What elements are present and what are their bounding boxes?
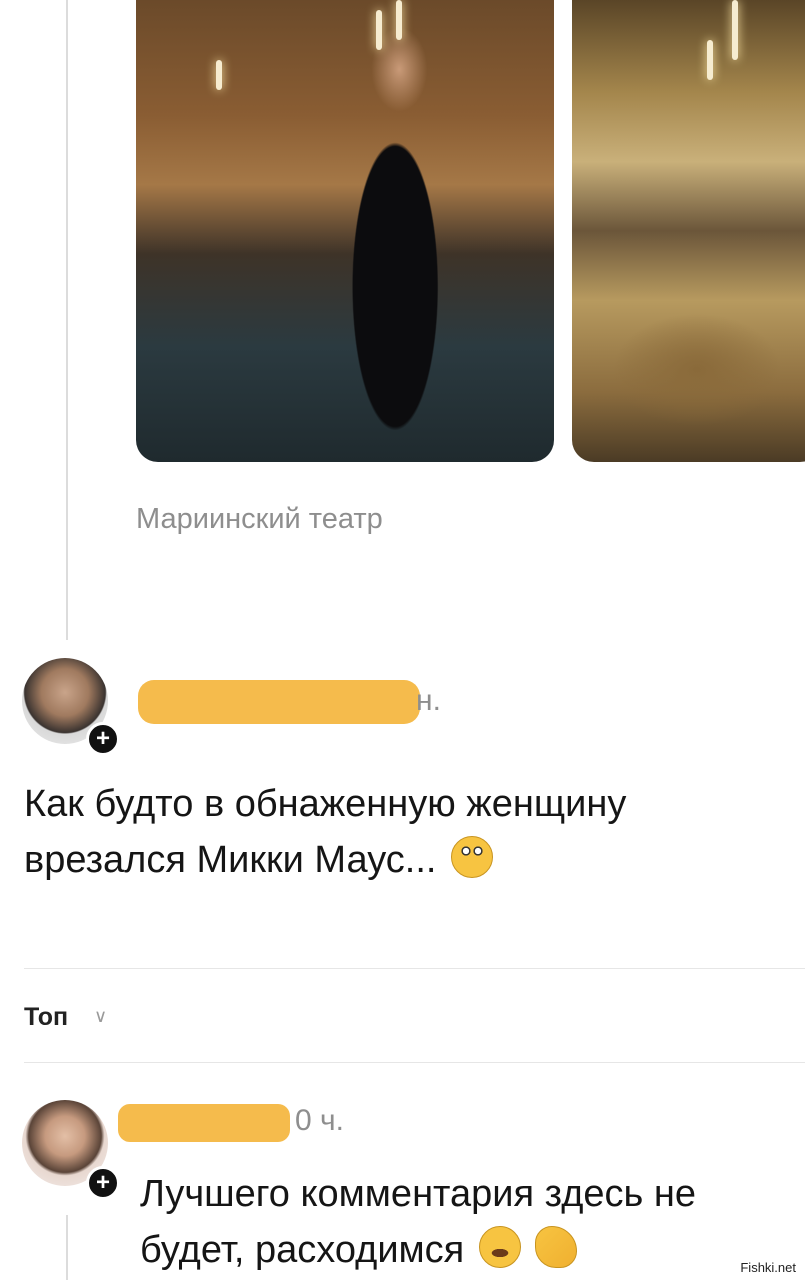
chandelier-icon — [396, 0, 402, 40]
comment-body: Лучшего комментария здесь не будет, расх… — [140, 1173, 697, 1271]
thread-line — [66, 0, 68, 640]
chandelier-icon — [216, 60, 222, 90]
follow-plus-icon[interactable]: + — [86, 722, 120, 756]
divider — [24, 968, 805, 969]
chandelier-icon — [707, 40, 713, 80]
sort-selector[interactable]: Топ — [24, 1003, 68, 1032]
redacted-username — [118, 1104, 290, 1142]
chandelier-icon — [732, 0, 738, 60]
post-photo-1[interactable] — [136, 0, 554, 462]
watermark: Fishki.net — [737, 1259, 799, 1276]
rolling-eyes-emoji-icon — [451, 836, 493, 878]
redacted-username — [138, 680, 420, 724]
laughing-emoji-icon — [478, 1226, 521, 1268]
comment-text: Как будто в обнаженную женщину врезался … — [24, 776, 704, 888]
ok-hand-emoji-icon — [535, 1226, 578, 1268]
thread-line — [66, 1215, 68, 1280]
comment-text: Лучшего комментария здесь не будет, расх… — [140, 1166, 790, 1278]
comment-body: Как будто в обнаженную женщину врезался … — [24, 783, 627, 881]
comment-time: н. — [416, 684, 441, 717]
post-location[interactable]: Мариинский театр — [136, 503, 383, 536]
divider — [24, 1062, 805, 1063]
chevron-down-icon[interactable]: ∨ — [94, 1006, 107, 1027]
post-photo-2[interactable] — [572, 0, 805, 462]
chandelier-icon — [376, 10, 382, 50]
follow-plus-icon[interactable]: + — [86, 1166, 120, 1200]
comment-time: 0 ч. — [295, 1104, 344, 1137]
